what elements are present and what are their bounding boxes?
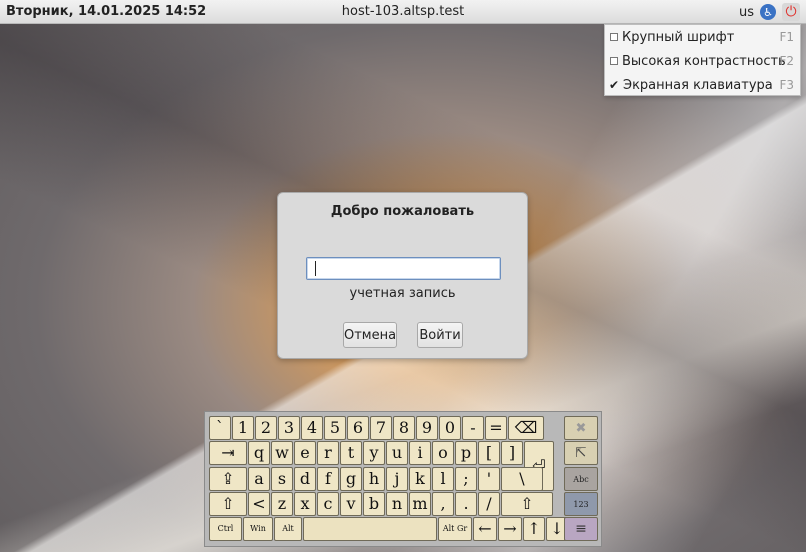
shift-key[interactable]: ⇧ xyxy=(501,492,553,516)
numbers-mode-key[interactable]: 123 xyxy=(564,492,598,516)
pointer-mode-icon[interactable]: ⇱ xyxy=(564,441,598,465)
checkbox-icon xyxy=(610,33,618,41)
caps-lock-key[interactable]: ⇪ xyxy=(209,467,247,491)
key-m[interactable]: m xyxy=(409,492,431,516)
key-3[interactable]: 3 xyxy=(278,416,300,440)
alt-key[interactable]: Alt xyxy=(274,517,302,541)
key-g[interactable]: g xyxy=(340,467,362,491)
menu-item-shortcut: F1 xyxy=(779,30,794,44)
backspace-key[interactable]: ⌫ xyxy=(508,416,544,440)
key-.[interactable]: . xyxy=(455,492,477,516)
key-p[interactable]: p xyxy=(455,441,477,465)
key-z[interactable]: z xyxy=(271,492,293,516)
menu-item-shortcut: F2 xyxy=(779,54,794,68)
key-8[interactable]: 8 xyxy=(393,416,415,440)
key-2[interactable]: 2 xyxy=(255,416,277,440)
username-input[interactable] xyxy=(306,257,501,280)
key-7[interactable]: 7 xyxy=(370,416,392,440)
space-key[interactable] xyxy=(303,517,437,541)
close-keyboard-icon[interactable]: ✖ xyxy=(564,416,598,440)
alt-gr-key[interactable]: Alt Gr xyxy=(438,517,472,541)
key--[interactable]: - xyxy=(462,416,484,440)
key-w[interactable]: w xyxy=(271,441,293,465)
login-button[interactable]: Войти xyxy=(417,322,463,348)
key-y[interactable]: y xyxy=(363,441,385,465)
key-r[interactable]: r xyxy=(317,441,339,465)
key-0[interactable]: 0 xyxy=(439,416,461,440)
key-[[interactable]: [ xyxy=(478,441,500,465)
arrow-right-key[interactable]: → xyxy=(498,517,522,541)
key-,[interactable]: , xyxy=(432,492,454,516)
cancel-button[interactable]: Отмена xyxy=(343,322,397,348)
accessibility-menu: Крупный шрифт F1 Высокая контрастность F… xyxy=(604,24,801,96)
username-label: учетная запись xyxy=(349,286,456,301)
key-9[interactable]: 9 xyxy=(416,416,438,440)
menu-item-large-font[interactable]: Крупный шрифт F1 xyxy=(605,25,800,49)
checkbox-icon xyxy=(610,57,618,65)
key-o[interactable]: o xyxy=(432,441,454,465)
win-key[interactable]: Win xyxy=(243,517,273,541)
tab-key[interactable]: ⇥ xyxy=(209,441,247,465)
key-n[interactable]: n xyxy=(386,492,408,516)
key-4[interactable]: 4 xyxy=(301,416,323,440)
keyboard-layout-indicator[interactable]: us xyxy=(739,5,754,20)
key-=[interactable]: = xyxy=(485,416,507,440)
accessibility-icon[interactable]: ♿ xyxy=(760,4,776,20)
key-x[interactable]: x xyxy=(294,492,316,516)
menu-icon[interactable]: ≡ xyxy=(564,517,598,541)
text-caret xyxy=(315,261,316,276)
key-1[interactable]: 1 xyxy=(232,416,254,440)
key-b[interactable]: b xyxy=(363,492,385,516)
key-h[interactable]: h xyxy=(363,467,385,491)
menu-item-on-screen-keyboard[interactable]: ✔ Экранная клавиатура F3 xyxy=(605,73,800,97)
key-u[interactable]: u xyxy=(386,441,408,465)
shift-key[interactable]: ⇧ xyxy=(209,492,247,516)
arrow-up-key[interactable]: ↑ xyxy=(523,517,545,541)
key-j[interactable]: j xyxy=(386,467,408,491)
key-5[interactable]: 5 xyxy=(324,416,346,440)
power-icon[interactable]: ⏻ xyxy=(782,3,800,21)
menu-item-label: Крупный шрифт xyxy=(622,29,735,45)
key-f[interactable]: f xyxy=(317,467,339,491)
dialog-title: Добро пожаловать xyxy=(330,204,475,219)
key-<[interactable]: < xyxy=(248,492,270,516)
checkmark-icon: ✔ xyxy=(608,78,620,92)
key-s[interactable]: s xyxy=(271,467,293,491)
key-q[interactable]: q xyxy=(248,441,270,465)
key-\[interactable]: \ xyxy=(501,467,543,491)
key-'[interactable]: ' xyxy=(478,467,500,491)
key-`[interactable]: ` xyxy=(209,416,231,440)
ctrl-key[interactable]: Ctrl xyxy=(209,517,242,541)
key-d[interactable]: d xyxy=(294,467,316,491)
top-panel: Вторник, 14.01.2025 14:52 host-103.altsp… xyxy=(0,0,806,24)
on-screen-keyboard: ` 1 2 3 4 5 6 7 8 9 0- = ⌫ ⇥ q w e r t y u i o p[] ⏎ ⇪ a s d f g h j k l; '… xyxy=(204,411,602,547)
key-/[interactable]: / xyxy=(478,492,500,516)
key-a[interactable]: a xyxy=(248,467,270,491)
key-c[interactable]: c xyxy=(317,492,339,516)
key-;[interactable]: ; xyxy=(455,467,477,491)
key-i[interactable]: i xyxy=(409,441,431,465)
arrow-left-key[interactable]: ← xyxy=(473,517,497,541)
key-t[interactable]: t xyxy=(340,441,362,465)
key-e[interactable]: e xyxy=(294,441,316,465)
menu-item-label: Экранная клавиатура xyxy=(623,77,773,93)
letters-mode-key[interactable]: Abc xyxy=(564,467,598,491)
key-k[interactable]: k xyxy=(409,467,431,491)
key-v[interactable]: v xyxy=(340,492,362,516)
key-][interactable]: ] xyxy=(501,441,523,465)
menu-item-high-contrast[interactable]: Высокая контрастность F2 xyxy=(605,49,800,73)
menu-item-shortcut: F3 xyxy=(779,78,794,92)
panel-indicators: us ♿ ⏻ xyxy=(739,3,800,21)
key-l[interactable]: l xyxy=(432,467,454,491)
hostname-label: host-103.altsp.test xyxy=(341,4,465,19)
login-dialog: Добро пожаловать учетная запись Отмена В… xyxy=(277,192,528,359)
key-6[interactable]: 6 xyxy=(347,416,369,440)
menu-item-label: Высокая контрастность xyxy=(622,53,786,69)
